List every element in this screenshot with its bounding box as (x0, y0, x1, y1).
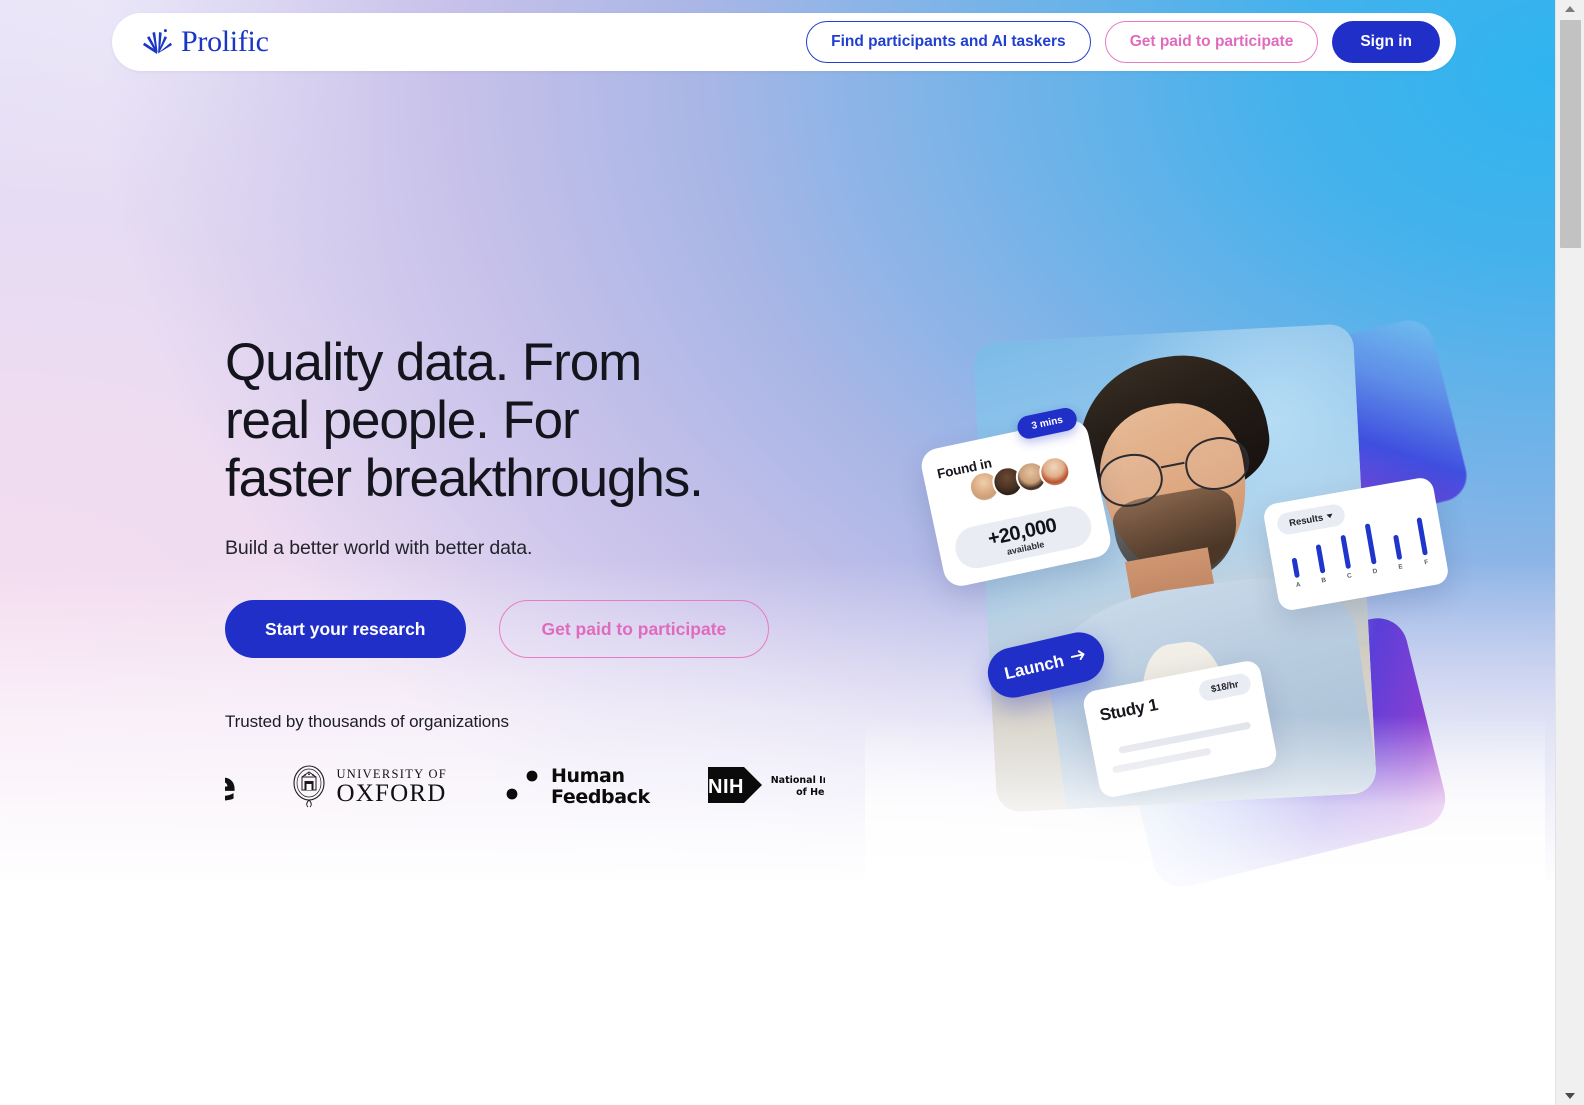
sunburst-icon (140, 28, 174, 56)
nih-mark-icon: NIH (706, 763, 764, 812)
bar-column: C (1334, 534, 1358, 581)
arrow-right-icon (1069, 646, 1089, 669)
launch-label: Launch (1002, 651, 1066, 684)
oxford-wordmark: UNIVERSITY OF OXFORD (336, 768, 447, 807)
chart-bar-label: C (1346, 572, 1353, 580)
page-title: Quality data. From real people. For fast… (225, 334, 865, 507)
bar-column: D (1359, 522, 1384, 576)
chevron-down-icon (1326, 513, 1334, 519)
glasses-bridge (1160, 461, 1185, 469)
bar-column: F (1411, 516, 1435, 567)
google-wordmark: gle (225, 764, 236, 810)
human-feedback-line-1: Human (551, 764, 625, 787)
trusted-by-section: Trusted by thousands of organizations gl… (225, 712, 865, 814)
oxford-logo: UNIVERSITY OF OXFORD (291, 760, 447, 814)
nih-line-2: of Health (796, 787, 825, 798)
nih-wordmark: National Institutes of Health (771, 775, 825, 798)
human-feedback-logo: Human Feedback (503, 760, 650, 814)
oxford-line-1: UNIVERSITY OF (336, 766, 448, 781)
hero-subheading: Build a better world with better data. (225, 537, 533, 560)
bar-column: B (1310, 543, 1333, 585)
human-feedback-mark-icon (503, 766, 541, 809)
nih-logo: NIH National Institutes of Health (706, 760, 825, 814)
sign-in-button[interactable]: Sign in (1332, 21, 1440, 63)
chart-bar (1415, 517, 1428, 556)
chart-bar (1339, 534, 1351, 570)
human-feedback-line-2: Feedback (551, 786, 650, 808)
partner-logo-carousel: gle (225, 760, 825, 814)
oxford-crest-icon (291, 762, 327, 813)
find-participants-button[interactable]: Find participants and AI taskers (806, 21, 1091, 63)
headline-line-2: real people. For (225, 390, 580, 450)
get-paid-to-participate-button[interactable]: Get paid to participate (498, 600, 770, 659)
svg-text:NIH: NIH (708, 776, 744, 798)
study-placeholder-line (1118, 721, 1252, 754)
human-feedback-wordmark: Human Feedback (551, 764, 650, 809)
chart-bar-label: B (1320, 576, 1327, 585)
chart-bar (1291, 557, 1300, 579)
hero-content: Quality data. From real people. For fast… (225, 334, 865, 659)
headline-line-1: Quality data. From (225, 333, 642, 392)
top-navigation-bar: Prolific Find participants and AI tasker… (112, 13, 1456, 71)
nav-actions: Find participants and AI taskers Get pai… (806, 21, 1440, 63)
available-participants-pill: +20,000 available (951, 502, 1096, 573)
hero-illustration: 3 mins Found in +20,000 available Result… (865, 314, 1545, 905)
hero-cta-row: Start your research Get paid to particip… (225, 600, 865, 659)
vertical-scrollbar[interactable] (1555, 0, 1584, 1105)
brand-name: Prolific (181, 25, 269, 58)
scrollbar-thumb[interactable] (1560, 20, 1581, 248)
chart-bar-label: A (1295, 581, 1302, 590)
chart-bar (1364, 523, 1377, 565)
get-paid-nav-button[interactable]: Get paid to participate (1104, 21, 1319, 63)
headline-line-3: faster breakthroughs. (225, 448, 704, 508)
chart-bar-label: D (1372, 567, 1378, 576)
chart-bar-label: E (1397, 563, 1404, 571)
chart-bar-label: F (1423, 558, 1429, 567)
chart-bar (1392, 534, 1402, 561)
oxford-line-2: OXFORD (336, 780, 447, 808)
start-your-research-button[interactable]: Start your research (225, 600, 466, 659)
nih-line-1: National Institutes (770, 775, 825, 787)
google-logo: gle (225, 760, 236, 814)
chart-bar (1315, 544, 1326, 574)
prolific-logo[interactable]: Prolific (140, 27, 269, 57)
bar-column: A (1286, 557, 1307, 590)
page-viewport: Prolific Find participants and AI tasker… (0, 0, 1555, 1105)
browser-window: Prolific Find participants and AI tasker… (0, 0, 1584, 1105)
scroll-down-arrow[interactable] (1556, 1087, 1584, 1105)
scroll-up-arrow[interactable] (1556, 0, 1584, 18)
partner-logo-track: gle (225, 760, 825, 814)
bar-column: E (1387, 534, 1409, 572)
trusted-by-label: Trusted by thousands of organizations (225, 712, 509, 731)
